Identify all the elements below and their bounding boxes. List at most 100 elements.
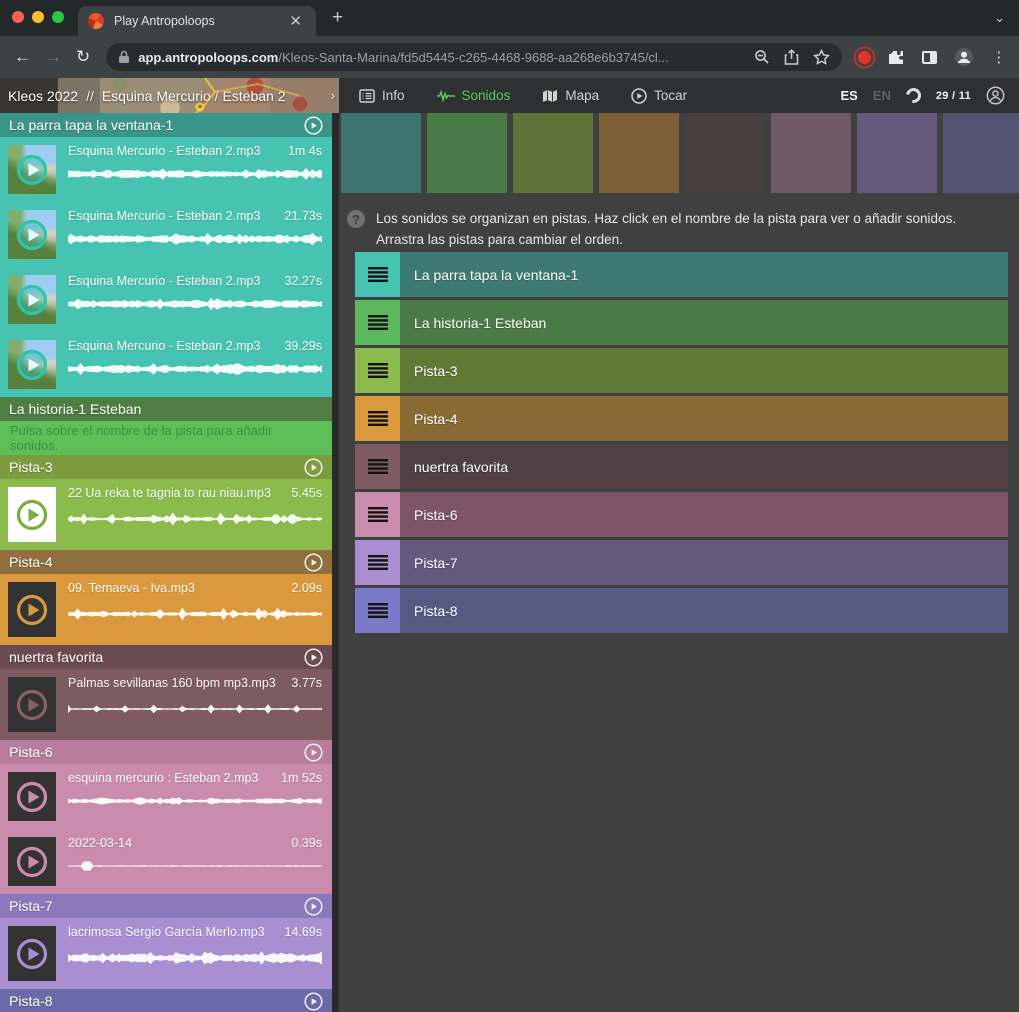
address-bar[interactable]: app.antropoloops.com/Kleos-Santa-Marina/… [106,43,842,71]
tab-close-icon[interactable]: ✕ [285,12,306,31]
track-play-icon[interactable] [304,648,323,667]
track-header[interactable]: Pista-4 [0,550,332,574]
maximize-window-button[interactable] [52,11,64,23]
menu-kebab-icon[interactable]: ⋮ [991,48,1006,66]
nav-tab-sonidos[interactable]: Sonidos [437,88,511,103]
track-row-label[interactable]: La historia-1 Esteban [400,300,1008,345]
audio-clip[interactable]: Palmas sevillanas 160 bpm mp3.mp33.77s [0,669,332,740]
track-row[interactable]: Pista-6 [355,492,1008,537]
track-header[interactable]: La historia-1 Esteban [0,397,332,421]
recorder-extension-icon[interactable] [858,51,871,64]
clip-waveform [68,605,322,623]
clip-waveform [68,361,322,377]
clip-play-button[interactable] [15,348,49,382]
clip-play-button[interactable] [15,780,49,814]
track-row[interactable]: Pista-8 [355,588,1008,633]
track-header[interactable]: nuertra favorita [0,645,332,669]
profile-avatar-icon[interactable] [954,47,974,67]
side-panel-icon[interactable] [922,51,937,64]
lang-es-button[interactable]: ES [840,88,857,103]
track-row-label[interactable]: Pista-6 [400,492,1008,537]
new-tab-button[interactable]: + [332,7,343,29]
reload-button[interactable]: ↻ [76,47,90,67]
drag-handle-icon[interactable] [355,492,400,537]
share-icon[interactable] [784,49,799,66]
track-header[interactable]: Pista-6 [0,740,332,764]
breadcrumb[interactable]: Kleos 2022 // Esquina Mercurio / Esteban… [0,78,339,113]
minimize-window-button[interactable] [32,11,44,23]
drag-handle-icon[interactable] [355,252,400,297]
breadcrumb-project[interactable]: Kleos 2022 [8,88,78,104]
audio-clip[interactable]: Esquina Mercurio - Esteban 2.mp3 32.27s [0,267,332,332]
track-play-icon[interactable] [304,743,323,762]
track-row[interactable]: Pista-7 [355,540,1008,585]
lang-en-button[interactable]: EN [873,88,891,103]
clip-filename: esquina mercurio : Esteban 2.mp3 [68,771,258,785]
audio-clip[interactable]: Esquina Mercurio - Esteban 2.mp339.29s [0,332,332,397]
track-row-label[interactable]: Pista-7 [400,540,1008,585]
clip-play-button[interactable] [15,283,49,317]
track-row-label[interactable]: Pista-3 [400,348,1008,393]
track-header[interactable]: Pista-3 [0,455,332,479]
drag-handle-icon[interactable] [355,540,400,585]
track-play-icon[interactable] [304,553,323,572]
track-row-label[interactable]: Pista-8 [400,588,1008,633]
tab-search-chevron-icon[interactable]: ⌄ [994,10,1005,26]
clip-play-button[interactable] [15,218,49,252]
track-play-icon[interactable] [304,116,323,135]
clip-filename: Esquina Mercurio - Esteban 2.mp3 [68,274,260,288]
track-row[interactable]: La historia-1 Esteban [355,300,1008,345]
track-row-label[interactable]: Pista-4 [400,396,1008,441]
app-nav: InfoSonidosMapaTocar ES EN 29 / 11 [339,78,1019,113]
track-header[interactable]: La parra tapa la ventana-1 [0,113,332,137]
bookmark-star-icon[interactable] [813,49,830,65]
forward-button[interactable]: → [45,47,62,67]
close-window-button[interactable] [12,11,24,23]
track-header[interactable]: Pista-8 [0,989,332,1012]
clip-play-button[interactable] [15,593,49,627]
browser-tab[interactable]: Play Antropoloops ✕ [78,6,316,36]
nav-tab-tocar[interactable]: Tocar [631,88,687,104]
track-header[interactable]: Pista-7 [0,894,332,918]
track-play-icon[interactable] [304,992,323,1011]
nav-tab-info[interactable]: Info [359,88,405,103]
track-play-icon[interactable] [304,897,323,916]
track-row-label[interactable]: La parra tapa la ventana-1 [400,252,1008,297]
clip-thumbnail [8,926,56,981]
waveform-icon [437,89,455,103]
clip-duration: 32.27s [284,274,322,288]
nav-tab-mapa[interactable]: Mapa [542,88,599,103]
track-row[interactable]: La parra tapa la ventana-1 [355,252,1008,297]
drag-handle-icon[interactable] [355,396,400,441]
drag-handle-icon[interactable] [355,588,400,633]
track-row-label[interactable]: nuertra favorita [400,444,1008,489]
audio-clip[interactable]: 22 Ua reka te tagnia to rau niau.mp35.45… [0,479,332,550]
track-play-icon[interactable] [304,458,323,477]
audio-clip[interactable]: esquina mercurio : Esteban 2.mp31m 52s [0,764,332,829]
track-row[interactable]: Pista-3 [355,348,1008,393]
back-button[interactable]: ← [14,47,31,67]
clip-play-button[interactable] [15,937,49,971]
drag-handle-icon[interactable] [355,348,400,393]
app-header: Kleos 2022 // Esquina Mercurio / Esteban… [0,78,1019,113]
account-icon[interactable] [986,86,1005,105]
clip-play-button[interactable] [15,845,49,879]
extensions-puzzle-icon[interactable] [888,49,905,66]
clip-play-button[interactable] [15,688,49,722]
url-text: app.antropoloops.com/Kleos-Santa-Marina/… [138,50,740,65]
site-favicon-icon [88,13,104,29]
drag-handle-icon[interactable] [355,300,400,345]
clip-duration: 2.09s [291,581,322,595]
track-row[interactable]: nuertra favorita [355,444,1008,489]
zoom-out-icon[interactable] [754,49,770,65]
clip-play-button[interactable] [15,498,49,532]
audio-clip[interactable]: lacrimosa Sergio García Merlo.mp314.69s [0,918,332,989]
audio-clip[interactable]: 2022-03-140.39s [0,829,332,894]
audio-clip[interactable]: Esquina Mercurio - Esteban 2.mp31m 4s [0,137,332,202]
clip-play-button[interactable] [15,153,49,187]
drag-handle-icon[interactable] [355,444,400,489]
audio-clip[interactable]: Esquina Mercurio - Esteban 2.mp321.73s [0,202,332,267]
track-row[interactable]: Pista-4 [355,396,1008,441]
sidebar-scrollbar[interactable] [332,113,339,1012]
audio-clip[interactable]: 09. Temaeva - Iva.mp32.09s [0,574,332,645]
